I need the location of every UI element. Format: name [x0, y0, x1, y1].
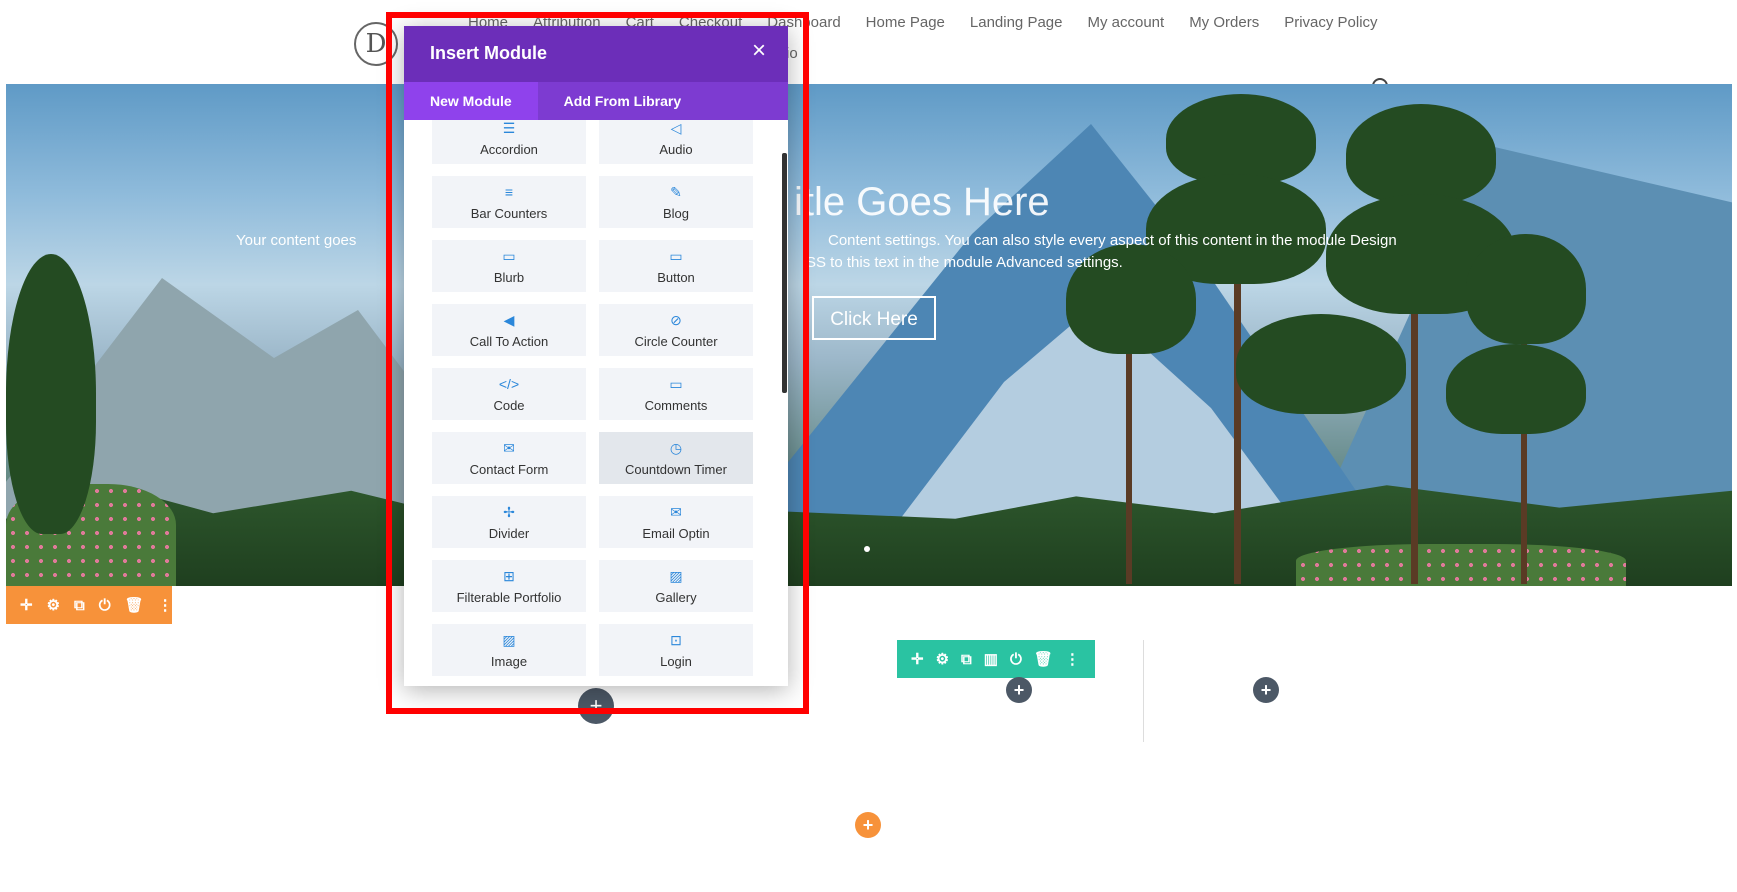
hero-body-text-line2[interactable]: SS to this text in the module Advanced s…: [806, 254, 1123, 271]
hero-section: itle Goes Here Your content goes Content…: [6, 84, 1732, 586]
move-icon[interactable]: ✛: [911, 650, 924, 668]
add-module-button[interactable]: +: [1253, 677, 1279, 703]
pine-canopy: [1236, 314, 1406, 414]
more-icon[interactable]: ⋮: [1065, 650, 1080, 668]
add-section-button[interactable]: +: [855, 812, 881, 838]
pine-canopy: [1446, 344, 1586, 434]
columns-icon[interactable]: ▥: [984, 650, 998, 668]
nav-item-landing-page[interactable]: Landing Page: [970, 14, 1063, 31]
nav-item-my-orders[interactable]: My Orders: [1189, 14, 1259, 31]
slider-dot[interactable]: [864, 546, 870, 552]
hero-body-text-left[interactable]: Your content goes: [236, 232, 356, 249]
add-module-button[interactable]: +: [1006, 677, 1032, 703]
hero-body-text-right[interactable]: Content settings. You can also style eve…: [828, 232, 1397, 249]
duplicate-icon[interactable]: ⧉: [961, 651, 972, 668]
highlight-frame: [386, 12, 809, 714]
flower-bush-right: [1296, 544, 1626, 586]
nav-item-home-page[interactable]: Home Page: [866, 14, 945, 31]
move-icon[interactable]: ✛: [20, 596, 33, 614]
tree-left: [6, 254, 96, 534]
delete-icon[interactable]: 🗑: [125, 596, 144, 614]
top-navigation: D Home Attribution Cart Checkout Dashboa…: [0, 0, 1737, 84]
row-toolbar: ✛ ⚙ ⧉ ▥ ⏻ 🗑 ⋮: [897, 640, 1095, 678]
pine-canopy: [1466, 234, 1586, 344]
delete-icon[interactable]: 🗑: [1034, 650, 1053, 668]
hero-title[interactable]: itle Goes Here: [794, 180, 1050, 225]
hero-cta-button[interactable]: Click Here: [812, 296, 936, 340]
disable-icon[interactable]: ⏻: [99, 597, 111, 614]
settings-icon[interactable]: ⚙: [936, 650, 949, 668]
pine-canopy: [1166, 94, 1316, 184]
more-icon[interactable]: ⋮: [158, 596, 173, 614]
pine-canopy: [1346, 104, 1496, 204]
nav-item-privacy-policy[interactable]: Privacy Policy: [1284, 14, 1377, 31]
column-divider: [1143, 640, 1144, 742]
settings-icon[interactable]: ⚙: [47, 596, 60, 614]
disable-icon[interactable]: ⏻: [1010, 651, 1022, 668]
nav-item-my-account[interactable]: My account: [1087, 14, 1164, 31]
duplicate-icon[interactable]: ⧉: [74, 597, 85, 614]
section-toolbar: ✛ ⚙ ⧉ ⏻ 🗑 ⋮: [6, 586, 173, 624]
